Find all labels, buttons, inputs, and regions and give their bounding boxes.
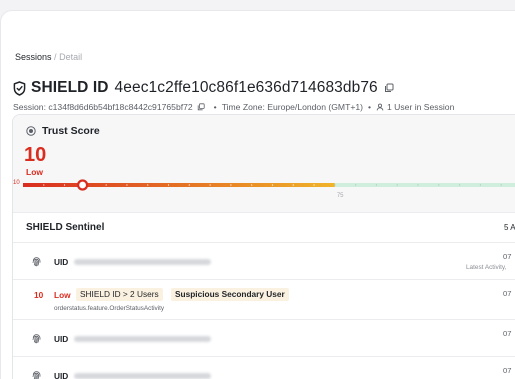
score-marker: [76, 179, 89, 191]
row-time: 07: [503, 289, 512, 298]
trust-score-value: 10: [24, 144, 47, 166]
score-bar-tick: [105, 184, 107, 186]
table-row[interactable]: UID 07: [13, 320, 515, 357]
uid-value-redacted: [74, 259, 211, 265]
uid-value-redacted: [74, 373, 211, 379]
score-bar-tick: [271, 184, 274, 186]
row-time: 07: [503, 252, 512, 261]
score-bar-tick: [126, 184, 128, 186]
trust-score-title: Trust Score: [42, 125, 100, 137]
sentinel-activity-count: 5 Ac: [504, 223, 515, 232]
target-icon: [26, 126, 36, 136]
score-bar-tick: [63, 184, 66, 186]
shield-id-value: 4eec1c2ffe10c86f1e636d714683db76: [114, 79, 378, 96]
page-title-label: SHIELD ID: [31, 79, 109, 96]
score-bar-tick: [147, 184, 149, 186]
score-bar-danger: [23, 183, 335, 187]
timezone: Time Zone: Europe/London (GMT+1): [221, 102, 363, 112]
breadcrumb-detail: Detail: [59, 52, 83, 62]
shield-icon: [13, 80, 26, 96]
table-row[interactable]: 10 Low SHIELD ID > 2 Users Suspicious Se…: [13, 280, 515, 320]
score-bar-tick: [313, 184, 315, 186]
fingerprint-icon: [32, 371, 41, 379]
trust-score-section: Trust Score 10 Low 75 10: [13, 115, 515, 213]
alert-score: 10: [34, 290, 44, 300]
trust-score-header: Trust Score: [26, 125, 100, 137]
uid-label: UID: [54, 257, 69, 267]
row-latest-activity: Latest Activity,: [466, 264, 507, 271]
score-bar-tick: [251, 184, 253, 186]
alert-activity: orderstatus.feature.OrderStatusActivity: [54, 305, 165, 312]
score-bar-tick: [396, 184, 398, 186]
copy-session-icon[interactable]: [197, 103, 205, 111]
sentinel-header: SHIELD Sentinel 5 Ac: [13, 213, 515, 243]
breadcrumb: Sessions / Detail: [15, 52, 82, 62]
score-bar-tick: [500, 184, 502, 186]
user-icon: [376, 103, 384, 111]
fingerprint-icon: [32, 334, 41, 344]
score-bar-tick: [375, 184, 378, 186]
score-bar-safe: [334, 183, 515, 187]
score-bar-tick: [209, 184, 211, 186]
score-bar-tick: [167, 184, 170, 186]
breadcrumb-sessions-link[interactable]: Sessions: [15, 52, 52, 62]
alert-tag-multi-user: SHIELD ID > 2 Users: [76, 288, 163, 301]
meta-bullet-2: •: [368, 102, 372, 112]
row-time: 07: [503, 366, 512, 375]
uid-label: UID: [54, 371, 69, 379]
score-bar-tick: [188, 184, 190, 186]
score-bar-tick: [479, 184, 481, 186]
fingerprint-icon: [32, 257, 41, 267]
uid-value-redacted: [74, 336, 211, 342]
breadcrumb-separator: /: [54, 52, 57, 62]
score-bar-tick: [230, 184, 232, 186]
meta-bullet: •: [213, 102, 217, 112]
users-in-session: 1 User in Session: [387, 102, 455, 112]
table-row[interactable]: UID 07 Latest Activity,: [13, 243, 515, 280]
trust-card: Trust Score 10 Low 75 10 SHIELD Sentinel…: [12, 114, 515, 379]
copy-icon[interactable]: [384, 83, 394, 93]
trust-score-bar: 75: [23, 179, 515, 199]
table-row[interactable]: UID 07: [13, 357, 515, 379]
session-meta: Session: c134f8d6d6b54bf18c8442c91765bf7…: [13, 102, 454, 112]
score-bar-tick: [438, 184, 440, 186]
score-bar-tick: [43, 184, 45, 186]
page-title: SHIELD ID 4eec1c2ffe10c86f1e636d714683db…: [13, 79, 394, 97]
session-id: Session: c134f8d6d6b54bf18c8442c91765bf7…: [13, 102, 193, 112]
alert-tag-suspicious-user: Suspicious Secondary User: [171, 288, 289, 301]
score-bar-mid-label: 75: [337, 193, 344, 199]
score-bar-tick: [458, 184, 461, 186]
score-bar-tick: [355, 184, 357, 186]
row-time: 07: [503, 329, 512, 338]
score-bar-tick: [334, 184, 336, 186]
score-bar-min-label: 10: [13, 180, 20, 186]
alert-level: Low: [54, 290, 71, 300]
score-bar-tick: [417, 184, 419, 186]
score-bar-tick: [292, 184, 294, 186]
uid-label: UID: [54, 334, 69, 344]
sentinel-title: SHIELD Sentinel: [26, 222, 105, 233]
